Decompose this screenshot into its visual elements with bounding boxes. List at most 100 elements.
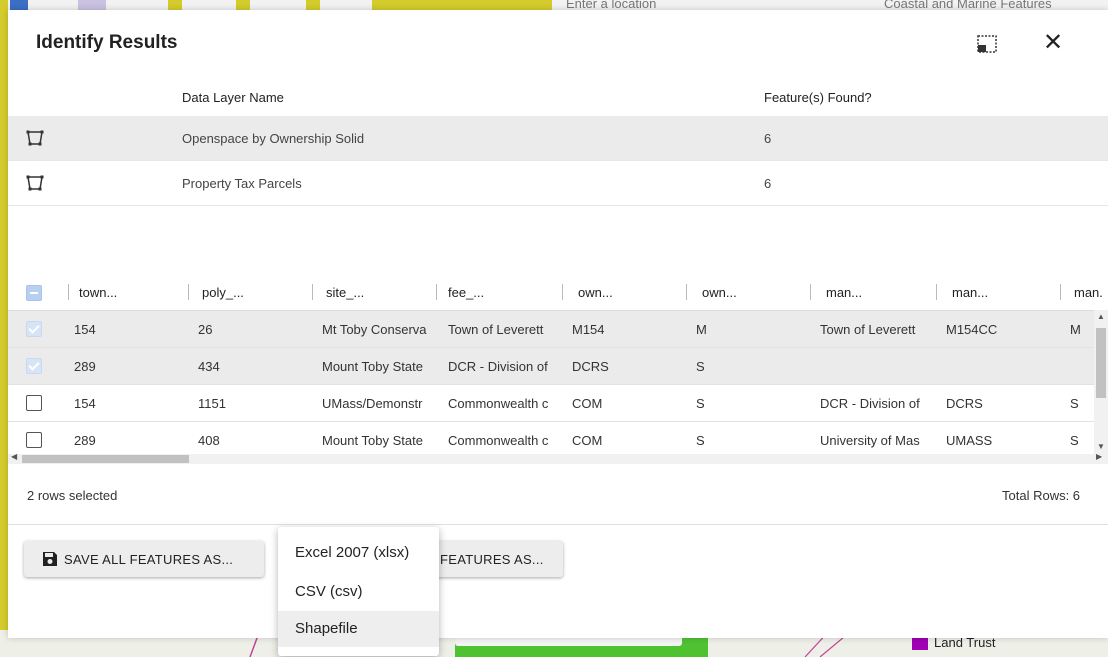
grid-cell: Commonwealth c <box>448 396 549 411</box>
column-header[interactable]: poly_... <box>202 285 244 300</box>
row-checkbox[interactable] <box>26 432 42 448</box>
select-all-checkbox[interactable] <box>26 285 42 301</box>
grid-cell: Commonwealth c <box>448 433 549 448</box>
row-checkbox[interactable] <box>26 358 42 374</box>
layer-row[interactable]: Property Tax Parcels 6 <box>8 161 1108 206</box>
grid-cell: 1151 <box>198 396 226 411</box>
grid-cell: 154 <box>74 322 96 337</box>
vertical-scroll-thumb[interactable] <box>1096 328 1106 398</box>
scroll-up-icon[interactable]: ▲ <box>1097 312 1105 321</box>
identify-results-dialog: Identify Results ✕ Data Layer Name Featu… <box>8 10 1108 638</box>
column-header[interactable]: man. <box>1074 285 1103 300</box>
grid-cell: S <box>696 433 705 448</box>
column-header[interactable]: town... <box>79 285 117 300</box>
grid-cell: S <box>1070 433 1079 448</box>
column-header[interactable]: man... <box>826 285 862 300</box>
grid-cell: M <box>1070 322 1081 337</box>
grid-cell: Mt Toby Conserva <box>322 322 427 337</box>
menu-item-label: Excel 2007 (xlsx) <box>295 544 410 561</box>
column-separator[interactable] <box>686 284 687 300</box>
scroll-left-icon[interactable]: ◀ <box>11 452 17 461</box>
grid-header: town... poly_... site_... fee_... own...… <box>8 274 1108 311</box>
save-all-features-button[interactable]: SAVE ALL FEATURES AS... <box>24 541 264 577</box>
save-icon <box>43 552 57 566</box>
dialog-title: Identify Results <box>36 32 178 53</box>
layers-table-header: Data Layer Name Feature(s) Found? <box>8 82 1108 116</box>
grid-cell: 26 <box>198 322 213 337</box>
panel-accent-bar <box>0 0 8 638</box>
vertical-scrollbar[interactable]: ▲ ▼ <box>1094 310 1108 454</box>
toolbar-icon <box>372 0 552 10</box>
grid-cell: M154CC <box>946 322 998 337</box>
location-search-input[interactable]: Enter a location <box>566 0 656 10</box>
grid-cell: 154 <box>74 396 96 411</box>
table-row[interactable]: 154 1151 UMass/Demonstr Commonwealth c C… <box>8 385 1094 422</box>
column-separator[interactable] <box>810 284 811 300</box>
grid-cell: UMass/Demonstr <box>322 396 423 411</box>
grid-cell: UMASS <box>946 433 993 448</box>
close-icon[interactable]: ✕ <box>1042 31 1064 55</box>
grid-cell: COM <box>572 396 603 411</box>
row-checkbox[interactable] <box>26 321 42 337</box>
menu-item-csv[interactable]: CSV (csv) <box>278 574 439 610</box>
map-toolbar-background: Enter a location Coastal and Marine Feat… <box>0 0 1108 10</box>
rows-selected-status: 2 rows selected <box>27 488 118 503</box>
toolbar-icon <box>10 0 28 10</box>
column-separator[interactable] <box>562 284 563 300</box>
features-grid: town... poly_... site_... fee_... own...… <box>8 274 1108 464</box>
column-header[interactable]: own... <box>578 285 613 300</box>
grid-cell: S <box>696 396 705 411</box>
restore-window-icon[interactable] <box>976 34 998 54</box>
grid-cell: 289 <box>74 433 96 448</box>
footer-divider <box>8 524 1108 525</box>
column-separator[interactable] <box>436 284 437 300</box>
grid-cell: Mount Toby State <box>322 433 423 448</box>
column-header[interactable]: site_... <box>326 285 364 300</box>
legend-swatch <box>912 638 928 650</box>
features-found-count: 6 <box>764 176 772 191</box>
column-header[interactable]: own... <box>702 285 737 300</box>
horizontal-scrollbar[interactable]: ◀ ▶ <box>8 452 1108 464</box>
row-checkbox[interactable] <box>26 395 42 411</box>
column-separator[interactable] <box>312 284 313 300</box>
table-row[interactable]: 154 26 Mt Toby Conserva Town of Leverett… <box>8 311 1094 348</box>
grid-cell: Mount Toby State <box>322 359 423 374</box>
menu-item-label: Shapefile <box>295 620 358 637</box>
column-separator[interactable] <box>68 284 69 300</box>
grid-cell: M <box>696 322 707 337</box>
scroll-right-icon[interactable]: ▶ <box>1096 452 1102 461</box>
layer-tab[interactable]: Coastal and Marine Features <box>884 0 1052 10</box>
column-header[interactable]: man... <box>952 285 988 300</box>
column-header[interactable]: fee_... <box>448 285 484 300</box>
grid-cell: DCR - Division of <box>820 396 920 411</box>
toolbar-icon <box>78 0 106 10</box>
toolbar-icon <box>306 0 320 10</box>
column-separator[interactable] <box>188 284 189 300</box>
scroll-down-icon[interactable]: ▼ <box>1097 442 1105 451</box>
column-separator[interactable] <box>936 284 937 300</box>
column-header-layer-name: Data Layer Name <box>182 90 284 105</box>
save-all-features-label: SAVE ALL FEATURES AS... <box>64 552 234 567</box>
menu-item-excel[interactable]: Excel 2007 (xlsx) <box>278 535 439 571</box>
layer-row[interactable]: Openspace by Ownership Solid 6 <box>8 116 1108 161</box>
polygon-icon <box>26 130 44 146</box>
grid-cell: University of Mas <box>820 433 920 448</box>
horizontal-scroll-thumb[interactable] <box>22 455 189 463</box>
menu-item-shapefile[interactable]: Shapefile <box>278 611 439 647</box>
toolbar-icon <box>168 0 182 10</box>
menu-item-label: CSV (csv) <box>295 583 363 600</box>
grid-cell: COM <box>572 433 603 448</box>
column-separator[interactable] <box>1060 284 1061 300</box>
save-selected-features-label: FEATURES AS... <box>440 552 544 567</box>
features-found-count: 6 <box>764 131 772 146</box>
grid-cell: 289 <box>74 359 96 374</box>
layer-name: Property Tax Parcels <box>182 176 302 191</box>
table-row[interactable]: 289 434 Mount Toby State DCR - Division … <box>8 348 1094 385</box>
grid-cell: Town of Leverett <box>448 322 544 337</box>
export-format-menu: Excel 2007 (xlsx) CSV (csv) Shapefile <box>278 527 439 656</box>
layer-name: Openspace by Ownership Solid <box>182 131 365 146</box>
total-rows-status: Total Rows: 6 <box>1002 488 1081 503</box>
grid-cell: S <box>1070 396 1079 411</box>
grid-cell: DCRS <box>946 396 983 411</box>
toolbar-icon <box>236 0 250 10</box>
